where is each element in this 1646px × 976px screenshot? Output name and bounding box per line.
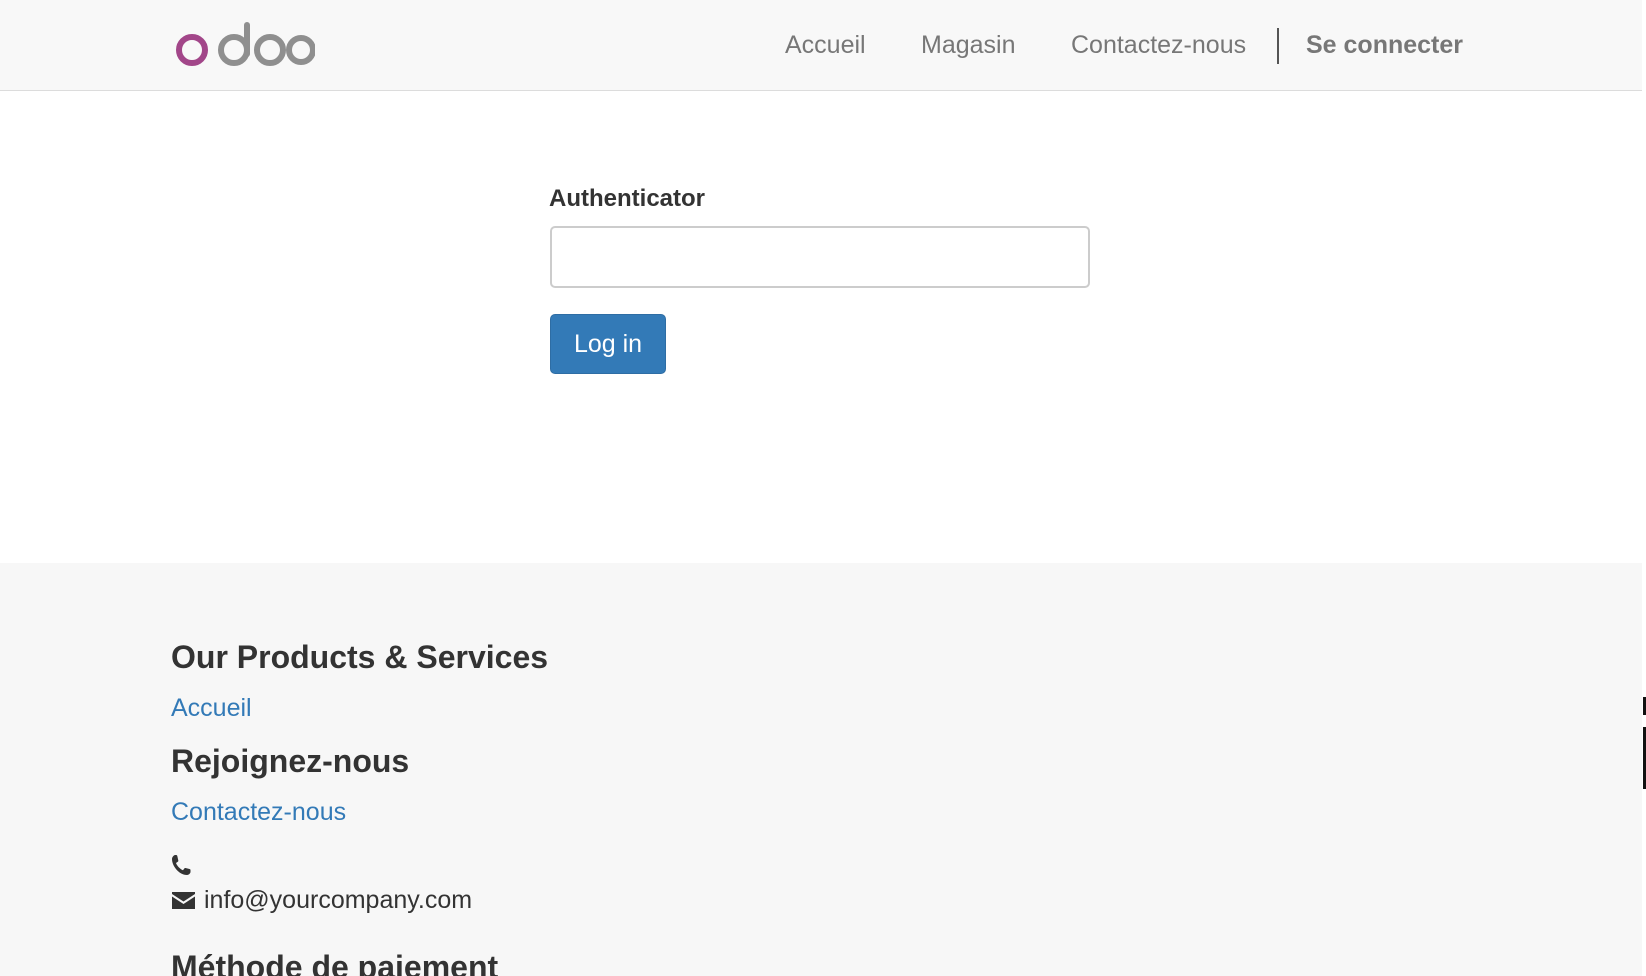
login-section: Authenticator Log in xyxy=(0,91,1646,563)
window-edge xyxy=(1642,0,1646,976)
footer-join-title: Rejoignez-nous xyxy=(171,743,410,779)
footer-payment-title: Méthode de paiement xyxy=(171,949,499,976)
nav-divider xyxy=(1277,28,1279,64)
footer-email-row: info@yourcompany.com xyxy=(171,883,472,917)
envelope-icon xyxy=(171,890,204,910)
site-footer: Our Products & Services Accueil Rejoigne… xyxy=(0,563,1646,976)
login-button[interactable]: Log in xyxy=(550,314,666,374)
authenticator-label: Authenticator xyxy=(549,185,705,212)
footer-contact-link[interactable]: Contactez-nous xyxy=(171,796,346,828)
nav-home-link[interactable]: Accueil xyxy=(785,28,866,62)
site-header: Accueil Magasin Contactez-nous Se connec… xyxy=(0,0,1646,91)
authenticator-input[interactable] xyxy=(550,226,1090,288)
nav-login-link[interactable]: Se connecter xyxy=(1306,28,1463,62)
footer-email-text: info@yourcompany.com xyxy=(204,885,473,914)
footer-products-title: Our Products & Services xyxy=(171,639,549,675)
footer-home-link[interactable]: Accueil xyxy=(171,692,252,724)
nav-contact-link[interactable]: Contactez-nous xyxy=(1071,28,1246,62)
nav-shop-link[interactable]: Magasin xyxy=(921,28,1016,62)
odoo-logo[interactable] xyxy=(175,18,315,70)
phone-icon xyxy=(171,854,191,876)
